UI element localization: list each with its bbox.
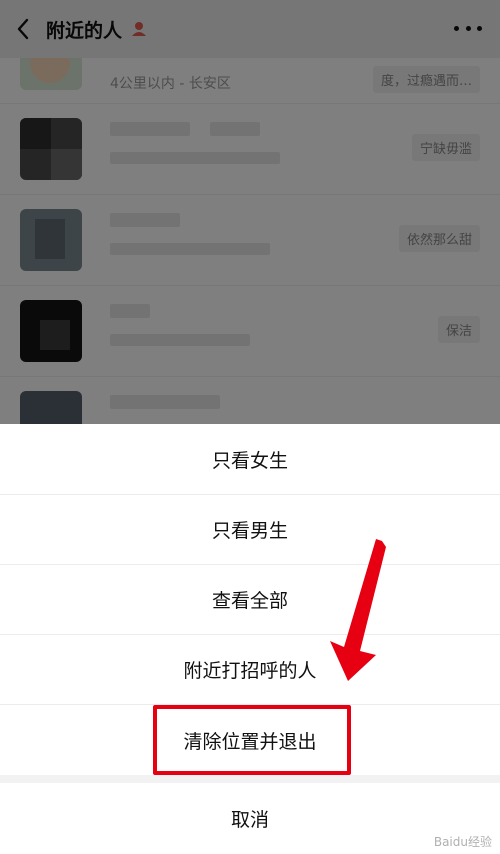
option-view-all[interactable]: 查看全部 <box>0 564 500 635</box>
modal-backdrop[interactable] <box>0 0 500 424</box>
action-sheet: 只看女生 只看男生 查看全部 附近打招呼的人 清除位置并退出 取消 <box>0 424 500 854</box>
red-arrow-icon <box>330 539 386 681</box>
watermark-text: Baidu经验 <box>433 835 492 849</box>
highlight-box <box>153 705 351 775</box>
option-female-only[interactable]: 只看女生 <box>0 424 500 495</box>
option-nearby-greetings[interactable]: 附近打招呼的人 <box>0 634 500 705</box>
cancel-button[interactable]: 取消 <box>0 783 500 854</box>
sheet-divider <box>0 775 500 783</box>
option-male-only[interactable]: 只看男生 <box>0 494 500 565</box>
